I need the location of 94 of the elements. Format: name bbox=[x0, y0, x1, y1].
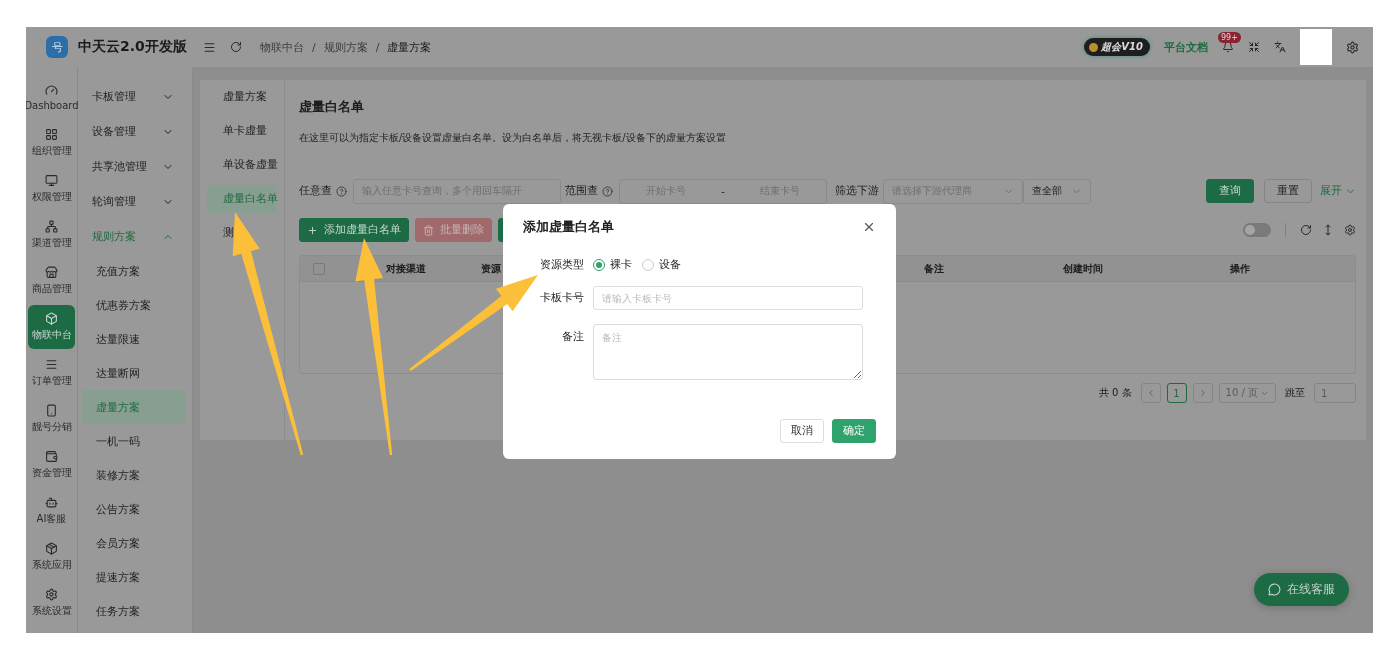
help-icon[interactable] bbox=[336, 185, 347, 197]
breadcrumb-item[interactable]: 虚量方案 bbox=[387, 39, 432, 55]
rail-item[interactable]: 资金管理 bbox=[26, 442, 77, 488]
menu-item[interactable]: 装修方案 bbox=[82, 458, 186, 492]
toggle-switch[interactable] bbox=[1243, 223, 1271, 237]
settings-icon[interactable] bbox=[1344, 224, 1356, 236]
field-label: 资源类型 bbox=[539, 258, 585, 272]
column-header: 操作 bbox=[1230, 261, 1250, 276]
page-title: 虚量白名单 bbox=[299, 98, 365, 116]
filter-label: 任意查 bbox=[299, 184, 332, 198]
app-name: 中天云2.0开发版 bbox=[78, 38, 187, 56]
menu-icon[interactable] bbox=[203, 40, 216, 54]
store-icon bbox=[45, 266, 58, 279]
radio-option[interactable]: 裸卡 bbox=[593, 258, 632, 272]
menu-item[interactable]: 一机一码 bbox=[82, 424, 186, 458]
jump-label: 跳至 bbox=[1285, 386, 1305, 400]
column-header: 创建时间 bbox=[1063, 261, 1103, 276]
column-header: 备注 bbox=[924, 261, 944, 276]
bell-icon[interactable] bbox=[1222, 41, 1234, 53]
menu-item[interactable]: 充值方案 bbox=[82, 254, 186, 288]
rail-item[interactable]: Dashboard bbox=[26, 74, 77, 120]
menu-group[interactable]: 设备管理 bbox=[78, 114, 192, 149]
reset-button[interactable]: 重置 bbox=[1264, 179, 1312, 203]
vip-badge[interactable]: 超会V10 bbox=[1084, 38, 1150, 56]
wallet-icon bbox=[45, 450, 58, 463]
menu-group[interactable]: 卡板管理 bbox=[78, 79, 192, 114]
grid-icon bbox=[45, 128, 58, 141]
menu-group[interactable]: 共享池管理 bbox=[78, 149, 192, 184]
menu-item[interactable]: 会员方案 bbox=[82, 526, 186, 560]
menu-item[interactable]: 优惠券方案 bbox=[82, 288, 186, 322]
online-support-button[interactable]: 在线客服 bbox=[1254, 573, 1349, 606]
sub-tab[interactable]: 单卡虚量 bbox=[207, 117, 277, 145]
filter-label: 范围查 bbox=[565, 184, 598, 198]
logo: 号 bbox=[46, 36, 68, 58]
column-header: 资源 bbox=[481, 261, 501, 276]
network-icon bbox=[45, 220, 58, 233]
trash-icon bbox=[423, 224, 434, 236]
translate-icon[interactable] bbox=[1274, 41, 1286, 53]
refresh-icon[interactable] bbox=[230, 41, 242, 53]
rail-item[interactable]: AI客服 bbox=[26, 488, 77, 534]
breadcrumb-separator: / bbox=[312, 40, 316, 54]
menu-item[interactable]: 达量断网 bbox=[82, 356, 186, 390]
page-description: 在这里可以为指定卡板/设备设置虚量白名单。设为白名单后，将无视卡板/设备下的虚量方案设置 bbox=[299, 131, 727, 145]
fullscreen-icon[interactable] bbox=[1248, 41, 1260, 53]
menu-icon bbox=[45, 358, 58, 371]
rail-item[interactable]: 物联中台 bbox=[28, 305, 75, 349]
rail-item[interactable]: 订单管理 bbox=[26, 350, 77, 396]
breadcrumb-separator: / bbox=[375, 40, 380, 54]
breadcrumb-item[interactable]: 物联中台 bbox=[260, 39, 304, 55]
chat-icon bbox=[1268, 583, 1281, 596]
radio-option[interactable]: 设备 bbox=[642, 258, 681, 272]
modal-title: 添加虚量白名单 bbox=[523, 218, 614, 236]
remark-textarea[interactable]: 备注 bbox=[593, 324, 863, 380]
rail-item[interactable]: 商品管理 bbox=[26, 258, 77, 304]
bot-icon bbox=[45, 496, 58, 509]
total-count: 共 0 条 bbox=[1098, 386, 1132, 400]
plus-icon bbox=[307, 224, 318, 236]
field-label: 卡板卡号 bbox=[539, 291, 585, 305]
monitor-icon bbox=[45, 174, 58, 187]
select-all-checkbox[interactable] bbox=[313, 262, 325, 275]
column-header: 对接渠道 bbox=[386, 261, 426, 276]
rail-item[interactable]: 系统应用 bbox=[26, 534, 77, 580]
package-icon bbox=[45, 542, 58, 555]
rail-item[interactable]: 权限管理 bbox=[26, 166, 77, 212]
gauge-icon bbox=[45, 83, 58, 97]
menu-item[interactable]: 公告方案 bbox=[82, 492, 186, 526]
rail-item[interactable]: 组织管理 bbox=[26, 120, 77, 166]
rail-item[interactable]: 靓号分销 bbox=[26, 396, 77, 442]
phone-icon bbox=[45, 404, 58, 417]
settings-icon bbox=[45, 588, 58, 601]
close-icon[interactable] bbox=[862, 220, 876, 234]
menu-item[interactable]: 任务方案 bbox=[82, 594, 186, 628]
rail-item[interactable]: 系统设置 bbox=[26, 580, 77, 626]
sub-tab[interactable]: 测 bbox=[207, 219, 277, 247]
menu-group[interactable]: 轮询管理 bbox=[78, 184, 192, 219]
sub-tab[interactable]: 单设备虚量 bbox=[207, 151, 277, 179]
card-number-input[interactable]: 请输入卡板卡号 bbox=[593, 286, 863, 310]
menu-item[interactable]: 达量限速 bbox=[82, 322, 186, 356]
cancel-button[interactable]: 取消 bbox=[780, 419, 824, 443]
cube-icon bbox=[45, 312, 58, 325]
scope-select[interactable]: 查全部 bbox=[1023, 178, 1091, 204]
notification-count: 99+ bbox=[1218, 32, 1241, 43]
filter-label: 筛选下游 bbox=[835, 184, 879, 198]
confirm-button[interactable]: 确定 bbox=[832, 419, 876, 443]
add-whitelist-button[interactable]: 添加虚量白名单 bbox=[299, 218, 409, 242]
refresh-icon[interactable] bbox=[1300, 224, 1312, 236]
settings-icon[interactable] bbox=[1346, 40, 1359, 54]
breadcrumb-item[interactable]: 规则方案 bbox=[323, 39, 368, 55]
help-icon[interactable] bbox=[602, 185, 613, 197]
field-label: 备注 bbox=[561, 329, 585, 344]
search-button[interactable]: 查询 bbox=[1206, 179, 1254, 203]
menu-item[interactable]: 提速方案 bbox=[82, 560, 186, 594]
rail-item[interactable]: 渠道管理 bbox=[26, 212, 77, 258]
sub-tab[interactable]: 虚量方案 bbox=[207, 83, 277, 111]
